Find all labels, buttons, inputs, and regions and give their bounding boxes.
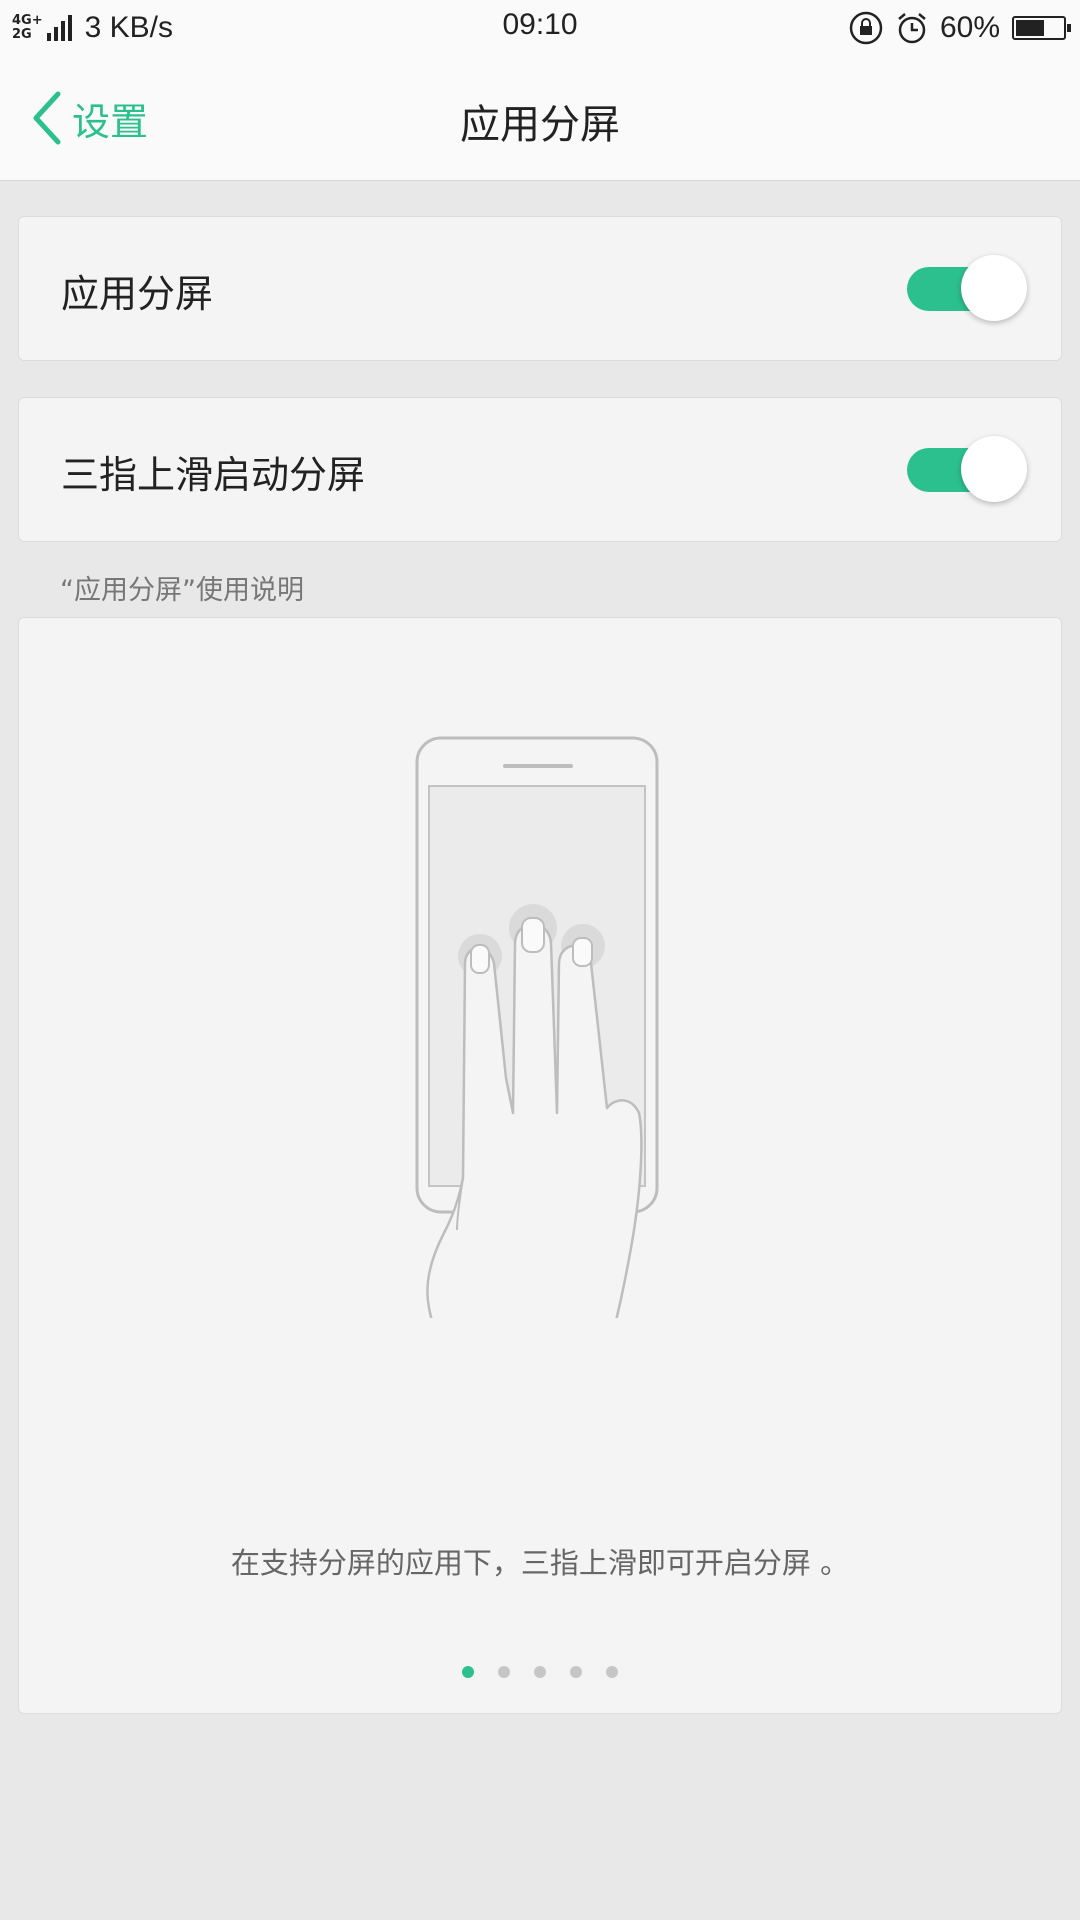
battery-icon <box>1012 16 1071 40</box>
status-bar: 4G+ 2G 3 KB/s 09:10 60% <box>0 0 1080 54</box>
setting-card-split-screen: 应用分屏 <box>18 216 1062 361</box>
setting-label-three-finger: 三指上滑启动分屏 <box>61 453 366 497</box>
setting-label-split-screen: 应用分屏 <box>61 272 214 316</box>
instruction-card[interactable]: 在支持分屏的应用下，三指上滑即可开启分屏 。 <box>18 617 1062 1714</box>
status-right: 60% <box>848 8 1071 48</box>
setting-card-three-finger: 三指上滑启动分屏 <box>18 397 1062 542</box>
page-dot-3[interactable] <box>534 1666 546 1678</box>
page-dot-2[interactable] <box>498 1666 510 1678</box>
battery-percent: 60% <box>939 11 1000 44</box>
page-dot-5[interactable] <box>606 1666 618 1678</box>
battery-level <box>1016 20 1044 36</box>
page-title: 应用分屏 <box>460 102 620 148</box>
page-dot-1[interactable] <box>462 1666 474 1678</box>
page-dot-4[interactable] <box>570 1666 582 1678</box>
page-indicator <box>19 1666 1061 1678</box>
three-finger-toggle[interactable] <box>907 436 1027 504</box>
instructions-section-title: “应用分屏”使用说明 <box>60 575 304 606</box>
instruction-caption: 在支持分屏的应用下，三指上滑即可开启分屏 。 <box>230 1546 850 1580</box>
screen: 4G+ 2G 3 KB/s 09:10 60% 设置 应用分屏 应用分屏 三指上… <box>0 0 1080 1920</box>
rotation-lock-icon <box>849 11 883 45</box>
header-bar: 设置 应用分屏 <box>0 54 1080 181</box>
three-finger-swipe-illustration <box>399 736 679 1358</box>
split-screen-toggle[interactable] <box>907 255 1027 323</box>
alarm-icon <box>898 13 926 44</box>
